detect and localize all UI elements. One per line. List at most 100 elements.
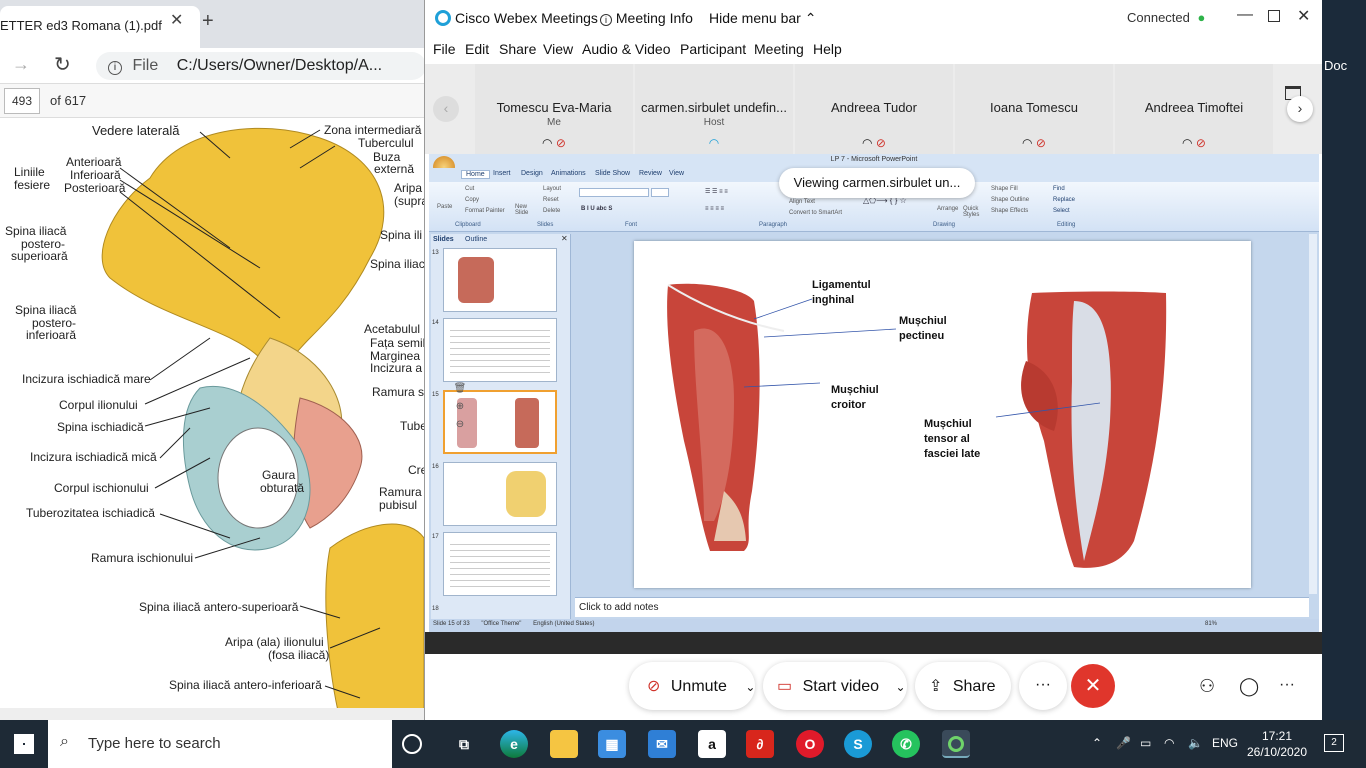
menu-meeting[interactable]: Meeting <box>754 41 804 57</box>
acrobat-icon[interactable]: ∂ <box>746 730 774 758</box>
paragraph-icons[interactable]: ☰ ☰ ≡ ≡ <box>705 188 728 195</box>
wifi-icon[interactable]: ◠ <box>1164 736 1174 750</box>
notes-pane[interactable]: Click to add notes <box>575 597 1309 617</box>
url-field[interactable]: i File C:/Users/Owner/Desktop/A... <box>96 52 424 80</box>
reset-button[interactable]: Reset <box>543 197 559 203</box>
scroll-left-button[interactable]: ‹ <box>433 96 459 122</box>
slide-thumbnail[interactable] <box>443 248 557 312</box>
whatsapp-icon[interactable]: ✆ <box>892 730 920 758</box>
font-format-icons[interactable]: B I U abc S <box>581 206 612 212</box>
tab-close-icon[interactable]: ✕ <box>170 10 183 30</box>
minimize-icon[interactable]: — <box>1237 6 1253 24</box>
shape-fill-button[interactable]: Shape Fill <box>991 186 1018 192</box>
participant-tile[interactable]: Andreea Tudor ◠ ⊘ <box>795 64 953 154</box>
ppt-tab-design[interactable]: Design <box>521 170 543 177</box>
notifications-icon[interactable]: 2 <box>1324 734 1344 752</box>
ppt-tab-insert[interactable]: Insert <box>493 170 511 177</box>
desktop-doc-label[interactable]: Doc <box>1324 58 1347 73</box>
participant-tile[interactable]: Ioana Tomescu ◠ ⊘ <box>955 64 1113 154</box>
unmute-button[interactable]: ⊘ Unmute ⌄ <box>629 662 755 710</box>
ppt-tab-review[interactable]: Review <box>639 170 662 177</box>
file-explorer-icon[interactable] <box>550 730 578 758</box>
cut-button[interactable]: Cut <box>465 186 474 192</box>
ppt-tab-animations[interactable]: Animations <box>551 170 586 177</box>
horizontal-scrollbar[interactable] <box>0 708 424 720</box>
input-language[interactable]: ENG <box>1212 736 1238 750</box>
participant-tile[interactable]: carmen.sirbulet undefin... Host ◠ <box>635 64 793 154</box>
meeting-info-button[interactable]: i Meeting Info <box>600 10 693 26</box>
new-tab-icon[interactable]: + <box>202 10 214 33</box>
zoom-in-icon[interactable]: ⊕ <box>451 398 469 416</box>
store-icon[interactable]: ▦ <box>598 730 626 758</box>
select-button[interactable]: Select <box>1053 208 1070 214</box>
slide-thumbnail[interactable] <box>443 462 557 526</box>
taskbar-search-input[interactable]: ⌕ Type here to search <box>48 720 392 768</box>
replace-button[interactable]: Replace <box>1053 197 1075 203</box>
align-text-button[interactable]: Align Text <box>789 199 815 205</box>
more-options-button[interactable]: ··· <box>1019 662 1067 710</box>
zoom-out-icon[interactable]: ⊖ <box>451 416 469 434</box>
microphone-icon[interactable]: 🎤 <box>1116 736 1131 750</box>
battery-icon[interactable]: ▭ <box>1140 736 1151 750</box>
tray-chevron-icon[interactable]: ⌃ <box>1092 736 1102 750</box>
pane-close-icon[interactable]: ✕ <box>561 234 568 243</box>
opera-icon[interactable]: O <box>796 730 824 758</box>
windows-start-icon[interactable] <box>14 734 34 754</box>
viewing-share-banner[interactable]: Viewing carmen.sirbulet un... <box>779 168 975 198</box>
layout-button[interactable]: Layout <box>543 186 561 192</box>
mail-icon[interactable]: ✉ <box>648 730 676 758</box>
menu-file[interactable]: File <box>433 41 456 57</box>
start-video-button[interactable]: ▭ Start video ⌄ <box>763 662 907 710</box>
menu-view[interactable]: View <box>543 41 573 57</box>
forward-icon[interactable]: → <box>12 54 30 75</box>
format-painter-button[interactable]: Format Painter <box>465 208 505 214</box>
delete-button[interactable]: Delete <box>543 208 560 214</box>
skype-icon[interactable]: S <box>844 730 872 758</box>
task-view-icon[interactable]: ⧉ <box>450 730 478 758</box>
menu-participant[interactable]: Participant <box>680 41 746 57</box>
edge-icon[interactable]: e <box>500 730 528 758</box>
menu-help[interactable]: Help <box>813 41 842 57</box>
paste-button[interactable]: Paste <box>437 204 452 210</box>
find-button[interactable]: Find <box>1053 186 1065 192</box>
align-icons[interactable]: ≡ ≡ ≡ ≡ <box>705 206 724 212</box>
slide-thumbnail[interactable] <box>443 318 557 382</box>
hide-menu-bar-button[interactable]: Hide menu bar ⌃ <box>709 10 816 27</box>
clock[interactable]: 17:21 26/10/2020 <box>1246 728 1308 760</box>
trash-icon[interactable]: 🗑 <box>451 380 469 398</box>
ppt-vertical-scrollbar[interactable] <box>1309 234 1317 594</box>
leave-meeting-button[interactable]: ✕ <box>1071 664 1115 708</box>
pane-tab-slides[interactable]: Slides <box>433 236 454 243</box>
share-button[interactable]: ⇪ Share <box>915 662 1011 710</box>
more-panels-icon[interactable]: ··· <box>1279 676 1295 694</box>
volume-icon[interactable]: 🔈 <box>1188 736 1203 750</box>
ppt-tab-slideshow[interactable]: Slide Show <box>595 170 630 177</box>
cortana-icon[interactable] <box>402 734 422 754</box>
webex-taskbar-icon[interactable] <box>942 730 970 758</box>
ppt-tab-home[interactable]: Home <box>461 170 490 179</box>
pane-tab-outline[interactable]: Outline <box>465 236 487 243</box>
close-icon[interactable]: ✕ <box>1297 6 1310 26</box>
reload-icon[interactable]: ↻ <box>54 52 71 77</box>
font-size-box[interactable] <box>651 188 669 197</box>
amazon-icon[interactable]: a <box>698 730 726 758</box>
chevron-down-icon[interactable]: ⌄ <box>896 680 906 694</box>
page-number-input[interactable]: 493 <box>4 88 40 114</box>
quick-styles-button[interactable]: Quick Styles <box>963 206 979 218</box>
maximize-icon[interactable] <box>1268 10 1280 22</box>
chat-icon[interactable]: ◯ <box>1239 676 1259 697</box>
menu-share[interactable]: Share <box>499 41 536 57</box>
slide-thumbnail[interactable] <box>443 532 557 596</box>
participants-icon[interactable]: ⚇ <box>1199 676 1215 697</box>
participant-tile[interactable]: Tomescu Eva-Maria Me ◠ ⊘ <box>475 64 633 154</box>
font-name-box[interactable] <box>579 188 649 197</box>
shape-effects-button[interactable]: Shape Effects <box>991 208 1028 214</box>
arrange-button[interactable]: Arrange <box>937 206 958 212</box>
menu-audio-video[interactable]: Audio & Video <box>582 41 670 57</box>
menu-edit[interactable]: Edit <box>465 41 489 57</box>
webex-annotation-tools[interactable]: 🗑 ⊕ ⊖ <box>451 380 469 460</box>
copy-button[interactable]: Copy <box>465 197 479 203</box>
participant-tile[interactable]: Andreea Timoftei ◠ ⊘ <box>1115 64 1273 154</box>
new-slide-button[interactable]: New Slide <box>515 204 533 216</box>
shape-outline-button[interactable]: Shape Outline <box>991 197 1029 203</box>
